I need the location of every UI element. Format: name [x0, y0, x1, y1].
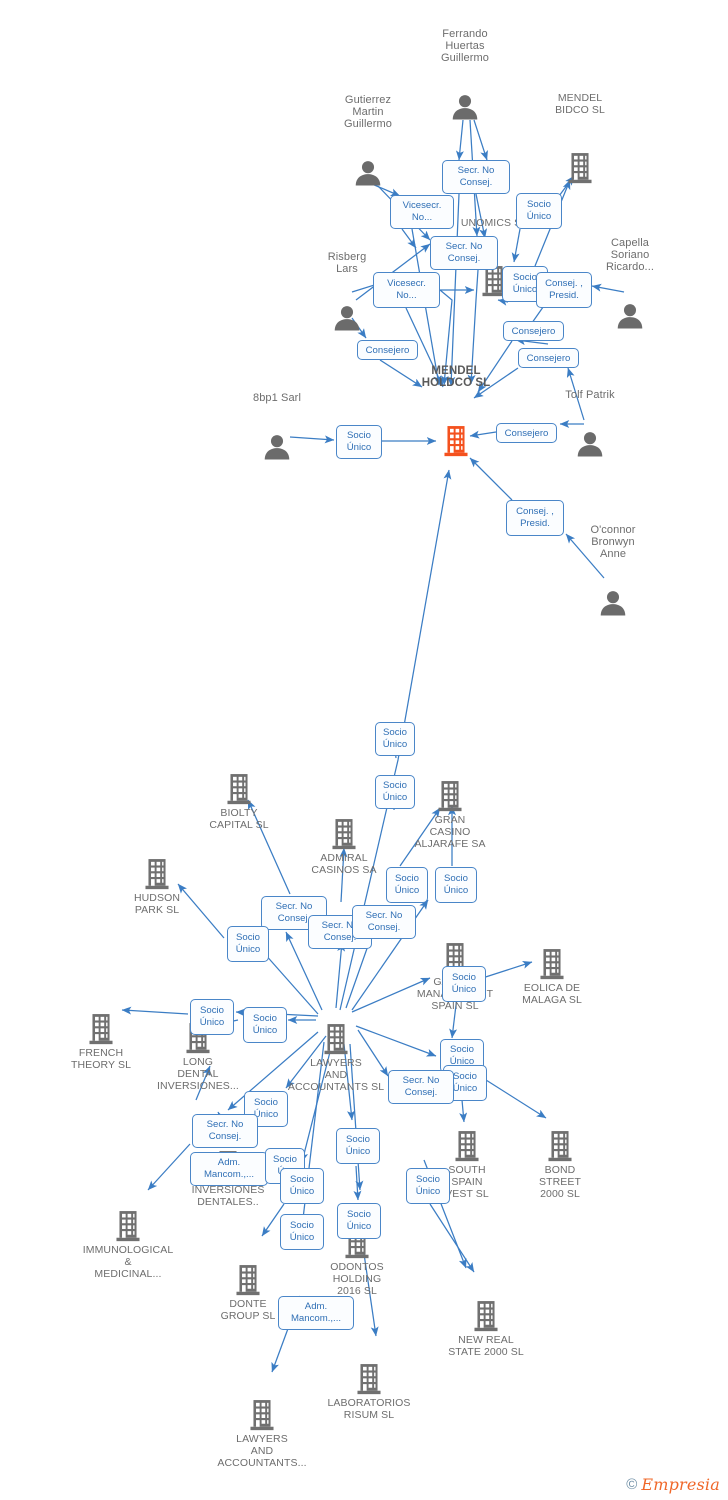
node-label: EOLICA DE MALAGA SL: [522, 982, 582, 1006]
node-label: Ferrando Huertas Guillermo: [441, 28, 489, 64]
person-icon: [616, 303, 644, 329]
node-label: LAWYERS AND ACCOUNTANTS SL: [287, 1057, 385, 1093]
relationship-chip[interactable]: Socio Único: [243, 1007, 287, 1043]
person-icon: [354, 160, 382, 186]
node-label: LAWYERS AND ACCOUNTANTS...: [217, 1433, 307, 1469]
node-label: Tolf Patrik: [565, 389, 615, 401]
relationship-chip[interactable]: Vicesecr. No...: [373, 272, 440, 308]
relationship-chip[interactable]: Consejero: [518, 348, 579, 368]
building-icon: [454, 1130, 480, 1162]
relationship-chip[interactable]: Secr. No Consej.: [352, 905, 416, 939]
building-icon: [473, 1300, 499, 1332]
relationship-chip[interactable]: Socio Único: [375, 775, 415, 809]
person-icon: [451, 94, 479, 120]
relationship-chip[interactable]: Consej. , Presid.: [536, 272, 592, 308]
building-icon: [547, 1130, 573, 1162]
node-label: HUDSON PARK SL: [133, 892, 181, 916]
building-icon: [249, 1399, 275, 1431]
relationship-chip[interactable]: Secr. No Consej.: [192, 1114, 258, 1148]
node-label: Gutierrez Martin Guillermo: [344, 94, 392, 130]
relationship-chip[interactable]: Socio Único: [435, 867, 477, 903]
node-label: INVERSIONES DENTALES..: [191, 1184, 265, 1208]
relationship-chip[interactable]: Socio Único: [386, 867, 428, 903]
relationship-chip[interactable]: Socio Único: [336, 425, 382, 459]
relationship-chip[interactable]: Consejero: [503, 321, 564, 341]
relationship-chip[interactable]: Consejero: [357, 340, 418, 360]
relationship-chip[interactable]: Socio Único: [406, 1168, 450, 1204]
relationship-chip[interactable]: Socio Único: [516, 193, 562, 229]
node-label: O'connor Bronwyn Anne: [590, 524, 636, 560]
node-label: MENDEL BIDCO SL: [555, 92, 605, 116]
watermark: © Empresia: [626, 1475, 720, 1494]
building-icon: [356, 1363, 382, 1395]
node-label: Capella Soriano Ricardo...: [605, 237, 655, 273]
relationship-chip[interactable]: Secr. No Consej.: [388, 1070, 454, 1104]
person-icon: [263, 434, 291, 460]
relationship-chip[interactable]: Secr. No Consej.: [430, 236, 498, 270]
relationship-chip[interactable]: Socio Único: [442, 966, 486, 1002]
node-label: GRAN CASINO ALJARAFE SA: [414, 814, 486, 850]
relationship-chip[interactable]: Socio Único: [280, 1168, 324, 1204]
node-label: LONG DENTAL INVERSIONES...: [157, 1056, 239, 1092]
person-icon: [333, 305, 361, 331]
relationship-chip[interactable]: Adm. Mancom.,...: [190, 1152, 268, 1186]
relationship-chip[interactable]: Socio Único: [227, 926, 269, 962]
building-icon: [88, 1013, 114, 1045]
person-icon: [576, 431, 604, 457]
relationship-chip[interactable]: Secr. No Consej.: [442, 160, 510, 194]
building-icon: [567, 152, 593, 184]
node-label: BOND STREET 2000 SL: [538, 1164, 582, 1200]
node-label: MENDEL HOLDCO SL: [421, 365, 491, 389]
relationship-chip[interactable]: Socio Único: [280, 1214, 324, 1250]
building-icon: [323, 1023, 349, 1055]
diagram-canvas: MENDEL HOLDCO SL Ferrando Huertas Guiller…: [0, 0, 728, 1500]
watermark-brand: Empresia: [641, 1475, 720, 1494]
building-icon: [226, 773, 252, 805]
building-icon: [235, 1264, 261, 1296]
copyright-icon: ©: [626, 1476, 638, 1493]
relationship-chip[interactable]: Consejero: [496, 423, 557, 443]
building-icon: [144, 858, 170, 890]
relationship-chip[interactable]: Socio Único: [337, 1203, 381, 1239]
node-label: BIOLTY CAPITAL SL: [209, 807, 269, 831]
building-icon: [539, 948, 565, 980]
person-icon: [599, 590, 627, 616]
node-label: NEW REAL STATE 2000 SL: [448, 1334, 524, 1358]
relationship-chip[interactable]: Vicesecr. No...: [390, 195, 454, 229]
relationship-chip[interactable]: Socio Único: [375, 722, 415, 756]
node-label: IMMUNOLOGICAL & MEDICINAL...: [82, 1244, 174, 1280]
building-icon: [115, 1210, 141, 1242]
building-icon: [331, 818, 357, 850]
relationship-chip[interactable]: Socio Único: [336, 1128, 380, 1164]
relationship-chip[interactable]: Adm. Mancom.,...: [278, 1296, 354, 1330]
relationship-chip[interactable]: Consej. , Presid.: [506, 500, 564, 536]
node-label: ODONTOS HOLDING 2016 SL: [330, 1261, 384, 1297]
relationship-chip[interactable]: Socio Único: [190, 999, 234, 1035]
node-label: LABORATORIOS RISUM SL: [327, 1397, 411, 1421]
building-icon: [443, 425, 469, 457]
node-label: 8bp1 Sarl: [253, 392, 301, 404]
building-icon: [437, 780, 463, 812]
